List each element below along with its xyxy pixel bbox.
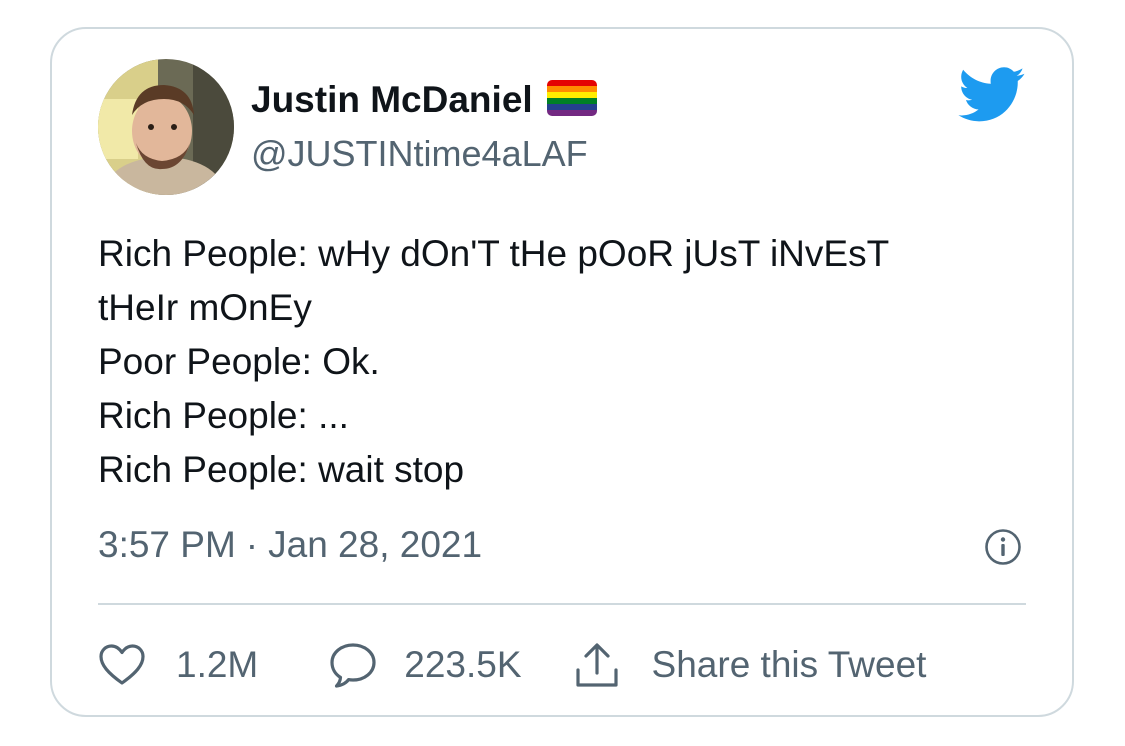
tweet-line: Rich People: wait stop	[98, 449, 465, 490]
share-icon[interactable]	[572, 640, 622, 690]
like-count: 1.2M	[176, 644, 259, 685]
timestamp-separator: ·	[245, 524, 259, 565]
author-display-name[interactable]: Justin McDaniel	[251, 79, 533, 121]
tweet-card[interactable]: Justin McDaniel @JUSTINtime4aLAF Rich Pe…	[50, 27, 1074, 717]
tweet-line: Poor People: Ok.	[98, 341, 380, 382]
author-handle[interactable]: @JUSTINtime4aLAF	[251, 133, 588, 175]
share-button[interactable]: Share this Tweet	[572, 640, 927, 690]
tweet-text: Rich People: wHy dOn'T tHe pOoR jUsT iNv…	[98, 227, 1038, 497]
reply-button[interactable]: 223.5K	[328, 641, 522, 689]
reply-count: 223.5K	[404, 644, 522, 685]
tweet-line: Rich People: wHy dOn'T tHe pOoR jUsT iNv…	[98, 233, 890, 274]
avatar[interactable]	[98, 59, 234, 195]
tweet-actions: 1.2M 223.5K Share this Tweet	[98, 639, 926, 691]
tweet-time[interactable]: 3:57 PM	[98, 524, 236, 565]
like-button[interactable]: 1.2M	[98, 643, 258, 687]
share-label[interactable]: Share this Tweet	[652, 644, 927, 686]
reply-bubble-icon[interactable]	[328, 641, 378, 689]
rainbow-flag-icon	[546, 79, 597, 121]
author-name-row[interactable]: Justin McDaniel	[251, 75, 597, 125]
divider	[98, 603, 1026, 605]
tweet-line: Rich People: ...	[98, 395, 349, 436]
tweet-timestamp[interactable]: 3:57 PM · Jan 28, 2021	[98, 524, 482, 566]
twitter-bird-icon[interactable]	[958, 67, 1026, 128]
info-icon[interactable]	[984, 528, 1022, 571]
heart-icon[interactable]	[98, 643, 146, 687]
tweet-date[interactable]: Jan 28, 2021	[268, 524, 482, 565]
tweet-line: tHeIr mOnEy	[98, 287, 312, 328]
